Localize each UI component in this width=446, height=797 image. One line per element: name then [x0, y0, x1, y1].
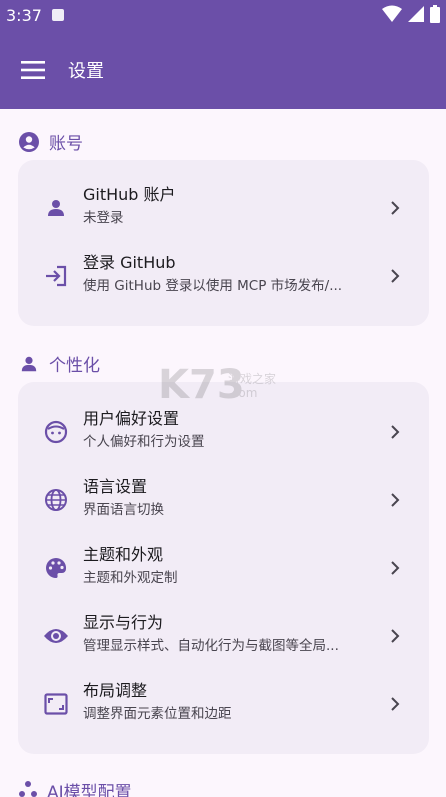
- face-icon: [43, 419, 69, 445]
- palette-icon: [43, 555, 69, 581]
- person-icon: [18, 353, 40, 375]
- chevron-right-icon: [385, 198, 405, 218]
- section-header-personalization: 个性化: [18, 351, 100, 376]
- watermark-url: .com: [228, 386, 258, 400]
- card-personalization: 用户偏好设置 个人偏好和行为设置 语言设置 界面语言切换 主题和外观 主题和外观…: [18, 382, 429, 754]
- menu-button[interactable]: [0, 46, 66, 94]
- person-icon: [43, 195, 69, 221]
- row-title: GitHub 账户: [83, 185, 176, 204]
- row-theme[interactable]: 主题和外观 主题和外观定制: [18, 534, 429, 602]
- row-login-github[interactable]: 登录 GitHub 使用 GitHub 登录以使用 MCP 市场发布/...: [18, 242, 429, 310]
- chevron-right-icon: [385, 266, 405, 286]
- section-label-ai: AI模型配置: [47, 783, 132, 797]
- hub-icon: [18, 779, 38, 797]
- status-bar: 3:37: [0, 0, 446, 30]
- section-header-ai: AI模型配置: [18, 778, 132, 797]
- watermark: K73 游戏之家 .com: [150, 362, 290, 410]
- row-subtitle: 个人偏好和行为设置: [83, 434, 205, 450]
- login-icon: [43, 263, 69, 289]
- row-subtitle: 使用 GitHub 登录以使用 MCP 市场发布/...: [83, 278, 343, 294]
- signal-icon: [408, 6, 424, 22]
- row-title: 显示与行为: [83, 613, 164, 632]
- eye-icon: [43, 623, 69, 649]
- section-label-personalization: 个性化: [49, 356, 100, 376]
- section-label-account: 账号: [49, 134, 83, 154]
- row-subtitle: 未登录: [83, 210, 124, 226]
- row-subtitle: 调整界面元素位置和边距: [83, 706, 232, 722]
- card-account: GitHub 账户 未登录 登录 GitHub 使用 GitHub 登录以使用 …: [18, 160, 429, 326]
- row-title: 登录 GitHub: [83, 253, 176, 272]
- row-language[interactable]: 语言设置 界面语言切换: [18, 466, 429, 534]
- chevron-right-icon: [385, 490, 405, 510]
- row-title: 布局调整: [83, 681, 148, 700]
- row-title: 主题和外观: [83, 545, 164, 564]
- row-subtitle: 主题和外观定制: [83, 570, 178, 586]
- status-icons: [382, 5, 440, 23]
- app-bar: 设置: [0, 46, 446, 94]
- chevron-right-icon: [385, 558, 405, 578]
- row-subtitle: 界面语言切换: [83, 502, 164, 518]
- chevron-right-icon: [385, 694, 405, 714]
- battery-icon: [430, 5, 440, 23]
- row-layout-adjust[interactable]: 布局调整 调整界面元素位置和边距: [18, 670, 429, 738]
- status-time: 3:37: [6, 5, 42, 25]
- section-header-account: 账号: [18, 129, 83, 154]
- row-display-behavior[interactable]: 显示与行为 管理显示样式、自动化行为与截图等全局...: [18, 602, 429, 670]
- hamburger-menu-icon: [21, 61, 45, 79]
- chevron-right-icon: [385, 626, 405, 646]
- chevron-right-icon: [385, 422, 405, 442]
- row-subtitle: 管理显示样式、自动化行为与截图等全局...: [83, 638, 339, 654]
- row-title: 语言设置: [83, 477, 148, 496]
- watermark-name: 游戏之家: [228, 372, 277, 386]
- aspect-ratio-icon: [43, 691, 69, 717]
- account-circle-icon: [18, 131, 40, 153]
- notification-icon: [51, 9, 64, 21]
- wifi-icon: [382, 5, 402, 22]
- row-title: 用户偏好设置: [83, 409, 180, 428]
- row-github-account[interactable]: GitHub 账户 未登录: [18, 174, 429, 242]
- top-app-bar: 3:37 设置: [0, 0, 446, 109]
- globe-icon: [43, 487, 69, 513]
- page-title: 设置: [68, 61, 104, 82]
